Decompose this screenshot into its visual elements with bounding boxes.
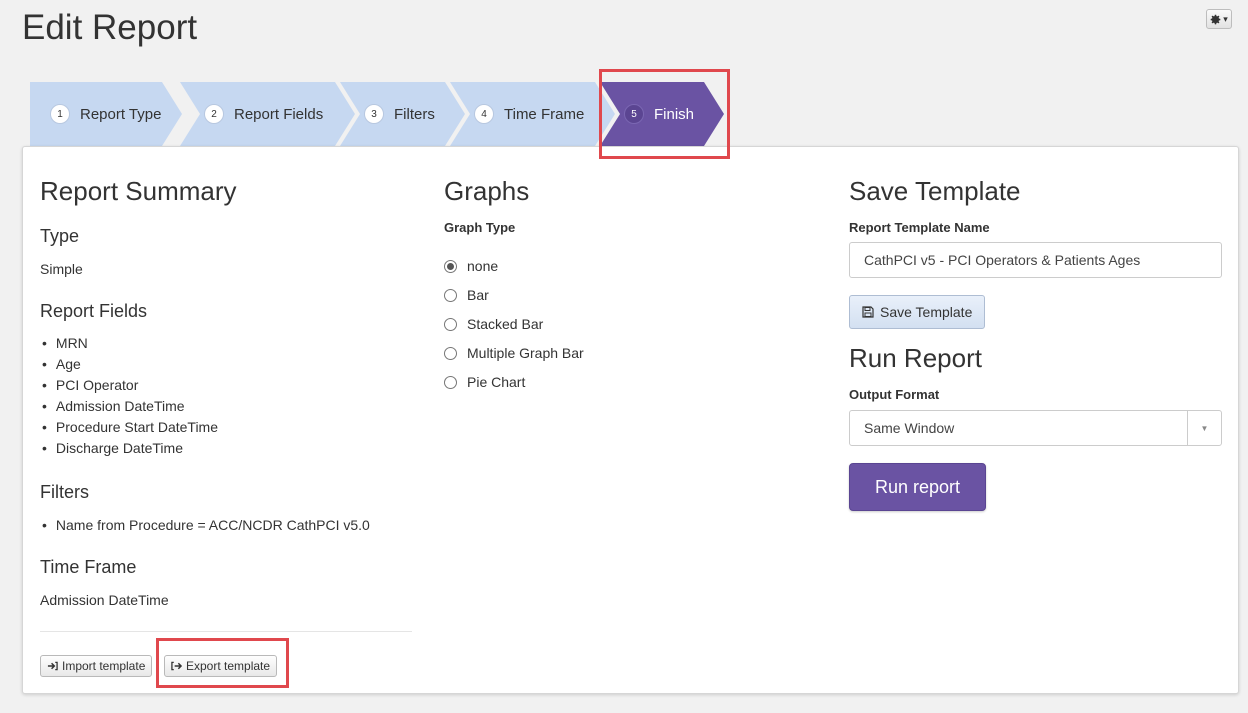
filters-heading: Filters xyxy=(40,482,89,502)
graph-option-multiple-graph-bar[interactable]: Multiple Graph Bar xyxy=(444,345,584,361)
list-item: PCI Operator xyxy=(40,375,218,396)
report-summary-title: Report Summary xyxy=(40,176,237,206)
graph-option-label: none xyxy=(467,258,499,274)
step-number: 4 xyxy=(474,104,494,124)
settings-dropdown-button[interactable]: ▾ xyxy=(1206,9,1232,29)
save-template-label: Save Template xyxy=(880,304,973,320)
radio-button[interactable] xyxy=(444,288,457,302)
sign-in-icon xyxy=(47,661,58,671)
save-template-title: Save Template xyxy=(849,176,1021,206)
filters-list: Name from Procedure = ACC/NCDR CathPCI v… xyxy=(40,515,370,536)
type-heading: Type xyxy=(40,226,80,246)
save-template-button[interactable]: Save Template xyxy=(849,295,986,329)
step-label: Finish xyxy=(654,105,695,123)
step-number: 3 xyxy=(364,104,384,124)
step-label: Report Fields xyxy=(234,105,324,123)
floppy-disk-icon xyxy=(862,306,874,318)
step-number: 2 xyxy=(204,104,224,124)
step-report-fields[interactable]: 2 Report Fields xyxy=(180,82,355,146)
time-frame-value: Admission DateTime xyxy=(40,592,169,608)
list-item: Admission DateTime xyxy=(40,396,218,417)
radio-button[interactable] xyxy=(444,375,457,389)
time-frame-heading: Time Frame xyxy=(40,557,137,577)
gear-icon xyxy=(1210,14,1221,24)
list-item: Procedure Start DateTime xyxy=(40,417,218,438)
import-template-button[interactable]: Import template xyxy=(40,655,153,677)
template-name-label: Report Template Name xyxy=(849,220,990,235)
run-report-title: Run Report xyxy=(849,343,982,373)
graph-option-bar[interactable]: Bar xyxy=(444,287,489,303)
page-title: Edit Report xyxy=(22,8,198,47)
export-template-button[interactable]: Export template xyxy=(164,655,278,677)
list-item: Discharge DateTime xyxy=(40,438,218,459)
step-label: Report Type xyxy=(80,105,162,123)
graph-type-label: Graph Type xyxy=(444,220,516,235)
report-fields-heading: Report Fields xyxy=(40,301,148,321)
output-format-select[interactable]: Same Window ▼ xyxy=(849,410,1222,446)
list-item: Age xyxy=(40,354,218,375)
output-format-label: Output Format xyxy=(849,387,940,402)
graph-option-stacked-bar[interactable]: Stacked Bar xyxy=(444,316,543,332)
sign-out-icon xyxy=(171,661,182,671)
list-item: Name from Procedure = ACC/NCDR CathPCI v… xyxy=(40,515,370,536)
output-format-value: Same Window xyxy=(864,420,955,436)
run-report-button[interactable]: Run report xyxy=(849,463,987,511)
main-panel: Report Summary Type Simple Report Fields… xyxy=(22,146,1239,694)
step-time-frame[interactable]: 4 Time Frame xyxy=(450,82,615,146)
chevron-down-icon: ▾ xyxy=(1223,13,1228,24)
radio-button[interactable] xyxy=(444,259,457,273)
step-number: 5 xyxy=(624,104,644,124)
radio-button[interactable] xyxy=(444,317,457,331)
graph-option-label: Pie Chart xyxy=(467,374,526,390)
graph-option-label: Bar xyxy=(467,287,489,303)
graph-option-label: Multiple Graph Bar xyxy=(467,345,584,361)
step-label: Filters xyxy=(394,105,435,123)
step-finish[interactable]: 5 Finish xyxy=(600,82,724,146)
step-report-type[interactable]: 1 Report Type xyxy=(30,82,182,146)
graph-option-none[interactable]: none xyxy=(444,258,498,274)
graphs-title: Graphs xyxy=(444,176,530,206)
template-name-input[interactable]: CathPCI v5 - PCI Operators & Patients Ag… xyxy=(849,242,1222,278)
step-filters[interactable]: 3 Filters xyxy=(340,82,465,146)
export-template-label: Export template xyxy=(186,659,271,673)
caret-down-icon[interactable]: ▼ xyxy=(1187,411,1221,445)
report-fields-list: MRN Age PCI Operator Admission DateTime … xyxy=(40,333,218,459)
graph-option-pie-chart[interactable]: Pie Chart xyxy=(444,374,525,390)
step-number: 1 xyxy=(50,104,70,124)
divider xyxy=(40,631,412,632)
radio-button[interactable] xyxy=(444,346,457,360)
step-label: Time Frame xyxy=(504,105,585,123)
type-value: Simple xyxy=(40,261,83,277)
graph-option-label: Stacked Bar xyxy=(467,316,544,332)
list-item: MRN xyxy=(40,333,218,354)
import-template-label: Import template xyxy=(62,659,146,673)
